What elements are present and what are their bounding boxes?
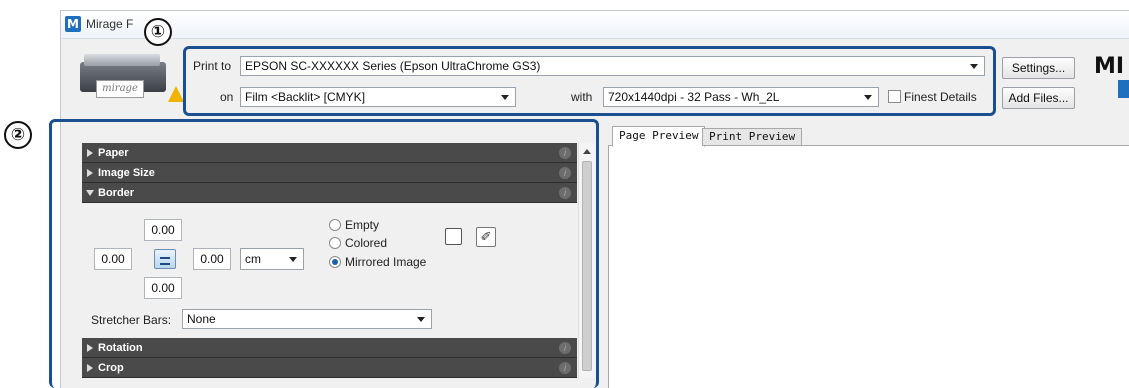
- callout-marker-1: ①: [144, 18, 172, 46]
- window-title: Mirage F: [86, 17, 134, 31]
- app-logo-icon: M: [65, 16, 81, 32]
- callout-box-2: [49, 119, 599, 388]
- brand-logo-bar: [1118, 80, 1129, 98]
- tab-print-preview[interactable]: Print Preview: [702, 128, 803, 146]
- add-files-button[interactable]: Add Files...: [1002, 87, 1075, 109]
- title-bar: M Mirage F: [61, 11, 1129, 39]
- printer-label: mirage: [96, 80, 144, 98]
- printer-icon: mirage: [78, 50, 170, 108]
- tab-page-preview[interactable]: Page Preview: [612, 126, 706, 147]
- brand-logo: MI: [1094, 54, 1125, 79]
- callout-box-1: [183, 46, 996, 116]
- settings-button[interactable]: Settings...: [1002, 57, 1075, 79]
- callout-marker-2: ②: [4, 121, 32, 149]
- preview-area: [608, 145, 1129, 388]
- warning-icon: [168, 86, 184, 102]
